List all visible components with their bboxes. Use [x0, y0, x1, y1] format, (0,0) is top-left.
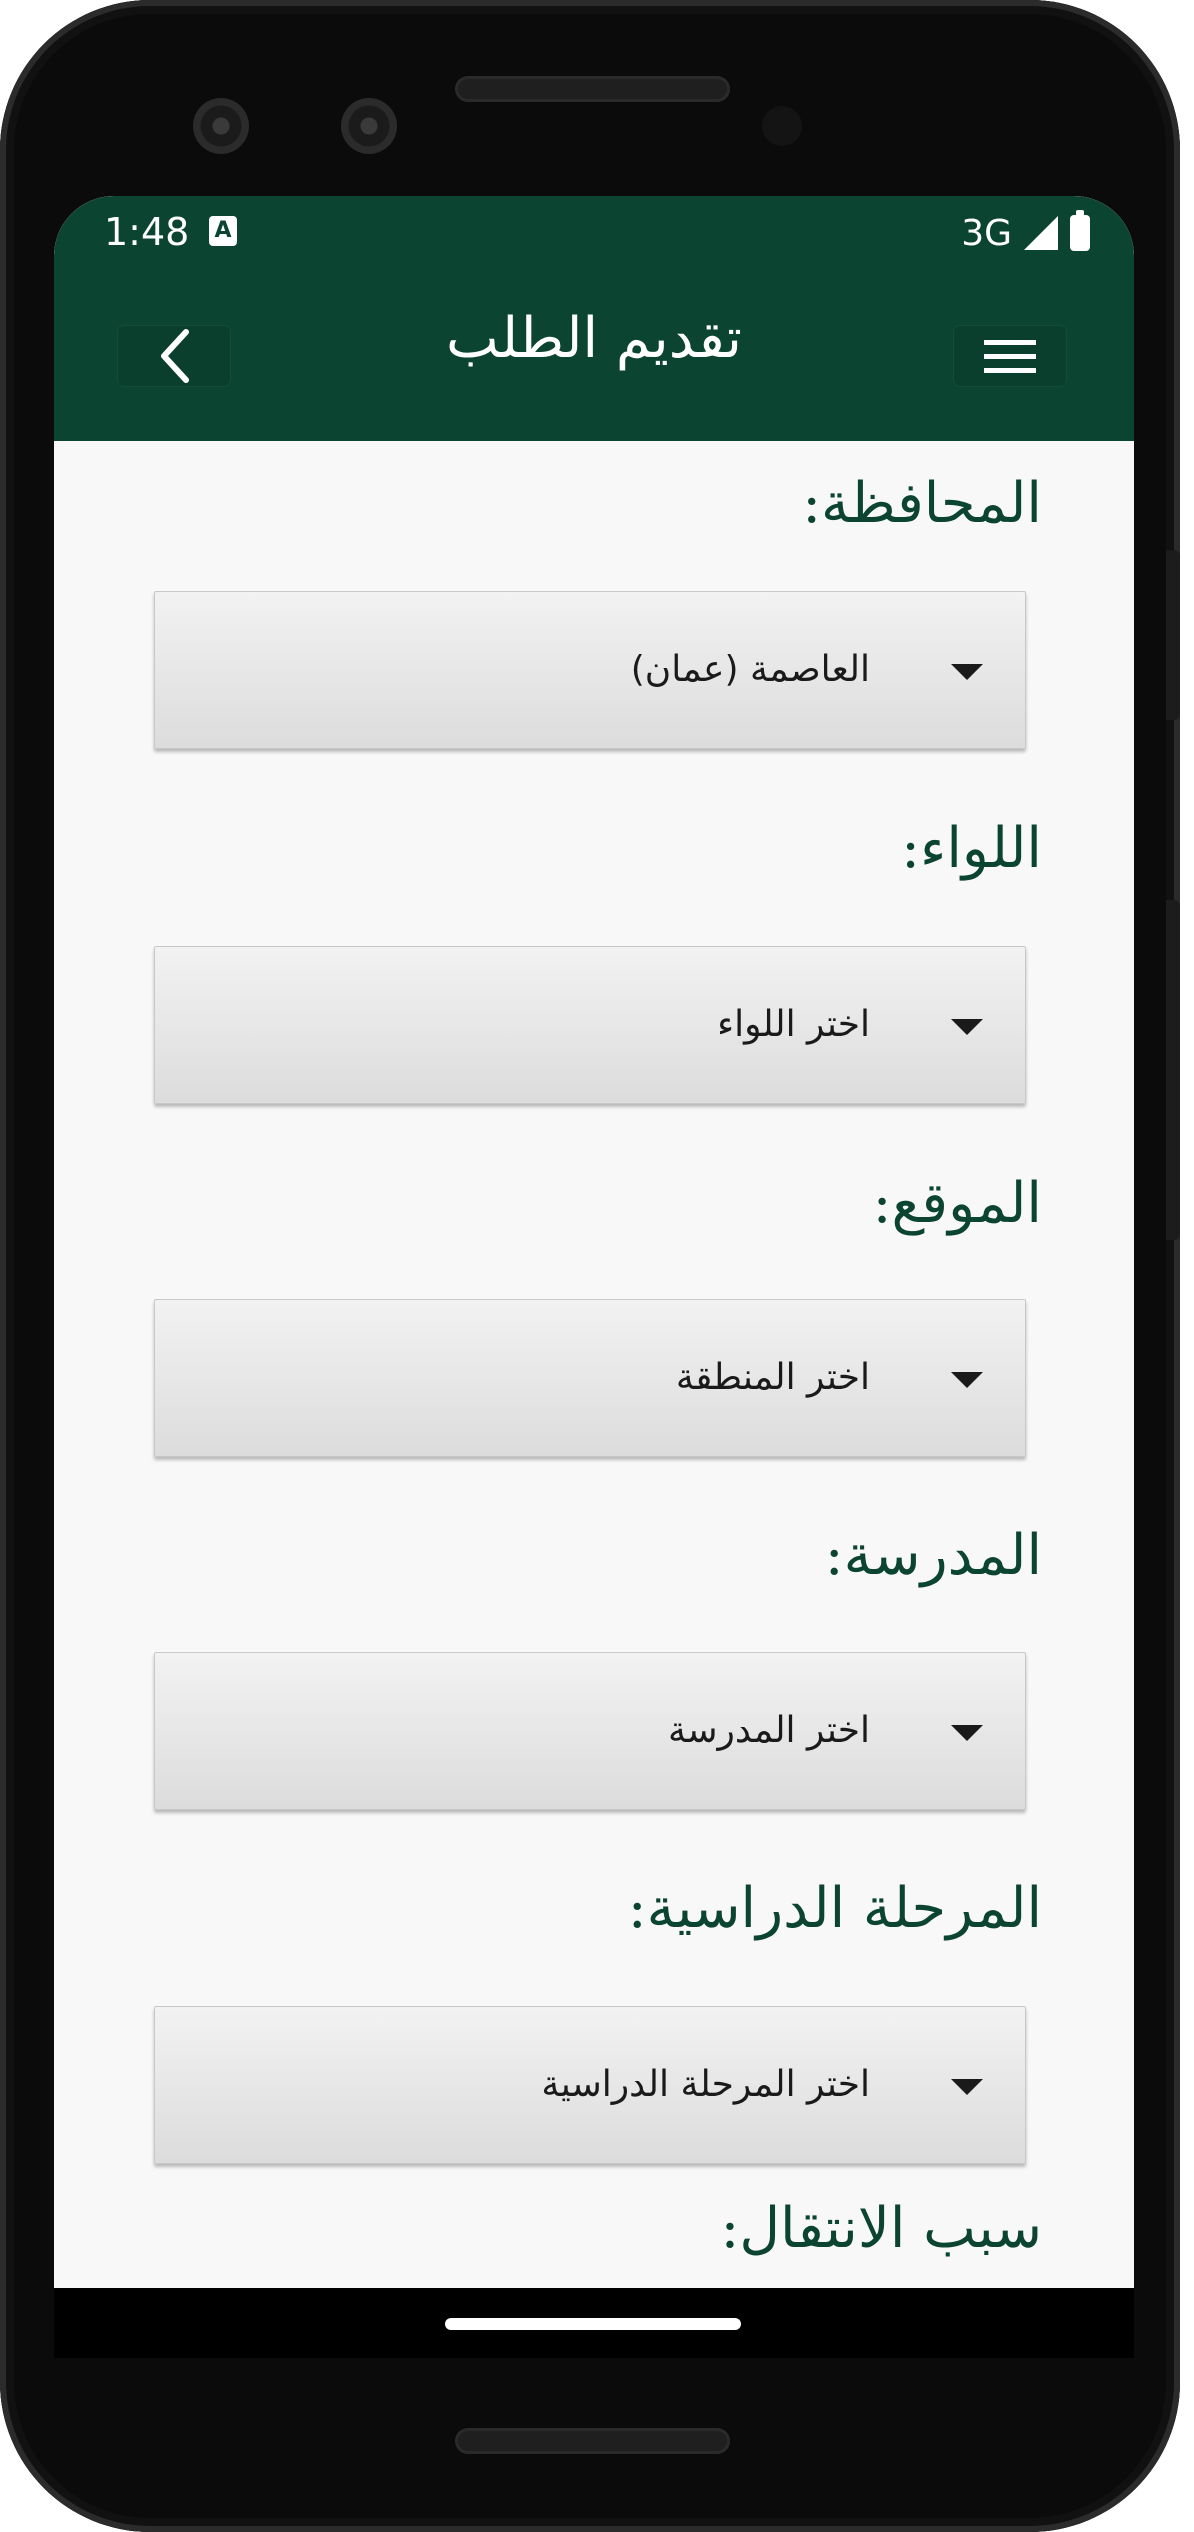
chevron-left-icon	[161, 329, 189, 383]
earpiece-speaker	[455, 76, 730, 102]
grade-level-selected: اختر المرحلة الدراسية	[541, 2064, 870, 2105]
battery-icon	[1070, 210, 1090, 251]
phone-frame: 1:48 A 3G تقديم الطلب المحافظة: العاصمة …	[0, 0, 1180, 2532]
app-header: 1:48 A 3G تقديم الطلب	[54, 196, 1134, 441]
page-title: تقديم الطلب	[445, 306, 743, 371]
home-gesture-handle[interactable]	[445, 2318, 741, 2330]
bottom-speaker	[455, 2428, 730, 2454]
front-camera-secondary	[341, 98, 397, 154]
transfer-reason-label: سبب الانتقال:	[720, 2196, 1042, 2261]
school-label: المدرسة:	[824, 1523, 1042, 1588]
signal-icon	[1024, 216, 1058, 250]
location-dropdown[interactable]: اختر المنطقة	[154, 1299, 1026, 1457]
status-indicators: 3G	[961, 210, 1090, 256]
district-dropdown[interactable]: اختر اللواء	[154, 946, 1026, 1104]
grade-level-label: المرحلة الدراسية:	[627, 1876, 1042, 1941]
hamburger-menu-icon	[984, 340, 1036, 373]
app-screen: 1:48 A 3G تقديم الطلب المحافظة: العاصمة …	[54, 196, 1134, 2358]
network-type: 3G	[961, 212, 1012, 254]
governorate-dropdown[interactable]: العاصمة (عمان)	[154, 591, 1026, 749]
chevron-down-icon	[951, 1372, 983, 1388]
menu-button[interactable]	[954, 326, 1066, 386]
school-selected: اختر المدرسة	[668, 1710, 870, 1751]
chevron-down-icon	[951, 1019, 983, 1035]
location-label: الموقع:	[872, 1171, 1042, 1236]
school-dropdown[interactable]: اختر المدرسة	[154, 1652, 1026, 1810]
chevron-down-icon	[951, 664, 983, 680]
status-time: 1:48	[104, 210, 190, 254]
proximity-sensor	[762, 106, 802, 146]
power-button	[1166, 550, 1180, 720]
district-label: اللواء:	[901, 816, 1042, 881]
chevron-down-icon	[951, 2079, 983, 2095]
front-camera	[193, 98, 249, 154]
form-content: المحافظة: العاصمة (عمان) اللواء: اختر ال…	[54, 441, 1134, 2358]
location-selected: اختر المنطقة	[675, 1357, 870, 1398]
governorate-selected: العاصمة (عمان)	[630, 649, 870, 690]
district-selected: اختر اللواء	[717, 1004, 870, 1045]
grade-level-dropdown[interactable]: اختر المرحلة الدراسية	[154, 2006, 1026, 2164]
governorate-label: المحافظة:	[802, 471, 1042, 536]
back-button[interactable]	[118, 326, 230, 386]
a-icon: A	[209, 216, 237, 246]
chevron-down-icon	[951, 1725, 983, 1741]
volume-button	[1166, 900, 1180, 1240]
